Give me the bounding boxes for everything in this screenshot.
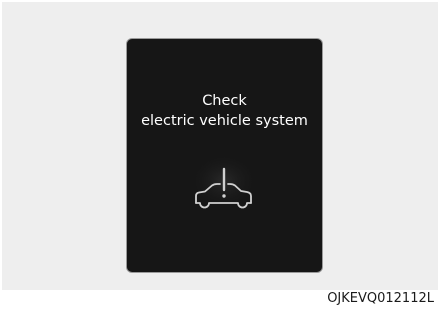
- message-line-1: Check: [202, 93, 247, 109]
- figure-code: OJKEVQ012112L: [327, 291, 434, 306]
- cluster-display: Check electric vehicle system: [127, 39, 322, 272]
- message-line-2: electric vehicle system: [141, 113, 308, 129]
- warning-message: Check electric vehicle system: [127, 91, 322, 131]
- car-warning-icon: [190, 156, 258, 212]
- figure-area: Check electric vehicle system: [2, 2, 438, 290]
